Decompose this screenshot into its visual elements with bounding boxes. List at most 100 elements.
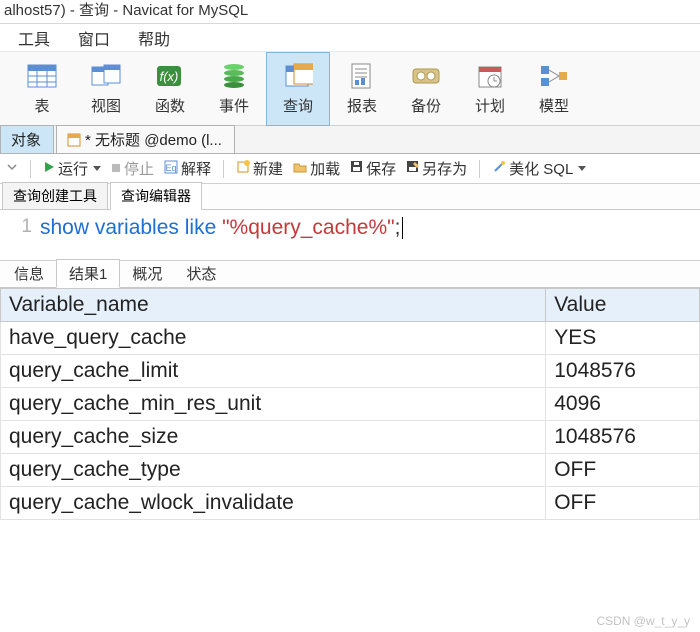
cell-val: 1048576 [546,355,700,388]
cell-var: query_cache_wlock_invalidate [1,487,546,520]
tool-backup-label: 备份 [411,95,441,116]
backup-icon [409,61,443,91]
col-value[interactable]: Value [546,289,700,322]
tool-report[interactable]: 报表 [330,52,394,126]
tool-plan[interactable]: 计划 [458,52,522,126]
beautify-button[interactable]: 美化 SQL [492,158,586,179]
result-table: Variable_name Value have_query_cacheYES … [0,288,700,520]
editor-tabs: 查询创建工具 查询编辑器 [0,184,700,210]
tool-event-label: 事件 [219,95,249,116]
new-label: 新建 [253,158,283,179]
tool-backup[interactable]: 备份 [394,52,458,126]
save-icon [350,160,363,177]
event-icon [217,61,251,91]
tool-function-label: 函数 [155,95,185,116]
wand-icon [492,160,506,178]
tab-info[interactable]: 信息 [2,260,56,287]
tab-objects-label: 对象 [11,129,41,150]
table-row[interactable]: query_cache_typeOFF [1,454,700,487]
save-label: 保存 [366,158,396,179]
window-title: alhost57) - 查询 - Navicat for MySQL [0,0,700,24]
explain-icon: Eq [164,160,178,178]
table-row[interactable]: query_cache_min_res_unit4096 [1,388,700,421]
cell-var: have_query_cache [1,322,546,355]
tool-function[interactable]: f(x) 函数 [138,52,202,126]
table-header-row: Variable_name Value [1,289,700,322]
beautify-label: 美化 SQL [509,158,573,179]
line-number: 1 [14,216,40,238]
play-icon [43,160,55,177]
function-icon: f(x) [153,61,187,91]
svg-text:f(x): f(x) [160,69,179,84]
sql-keywords: show variables like [40,216,222,239]
tool-query-label: 查询 [283,95,313,116]
text-cursor [402,217,403,239]
main-toolbar: 表 视图 f(x) 函数 事件 查询 报表 备份 [0,52,700,126]
tab-result1[interactable]: 结果1 [56,259,120,288]
sql-editor[interactable]: 1 show variables like "%query_cache%"; [0,210,700,254]
tab-objects[interactable]: 对象 [0,125,54,153]
report-icon [345,61,379,91]
chevron-down-icon[interactable] [6,160,18,177]
tool-query[interactable]: 查询 [266,52,330,126]
cell-var: query_cache_type [1,454,546,487]
menu-bar: 工具 窗口 帮助 [0,24,700,52]
sql-string: "%query_cache%" [222,216,395,239]
tool-model[interactable]: 模型 [522,52,586,126]
save-as-button[interactable]: 另存为 [406,158,467,179]
menu-tools[interactable]: 工具 [18,26,50,50]
save-button[interactable]: 保存 [350,158,396,179]
save-as-icon [406,160,419,177]
tool-table[interactable]: 表 [10,52,74,126]
action-toolbar: 运行 停止 Eq 解释 新建 加载 保存 另存为 美化 SQL [0,154,700,184]
stop-button[interactable]: 停止 [111,158,154,179]
cell-val: YES [546,322,700,355]
tool-model-label: 模型 [539,95,569,116]
tool-view[interactable]: 视图 [74,52,138,126]
load-button[interactable]: 加载 [293,158,340,179]
svg-text:Eq: Eq [166,163,177,173]
load-label: 加载 [310,158,340,179]
table-icon [25,61,59,91]
new-icon [236,160,250,178]
separator [30,160,31,178]
tab-query-builder[interactable]: 查询创建工具 [2,182,108,209]
query-small-icon [67,133,81,147]
sql-tail: ; [395,216,401,239]
run-button[interactable]: 运行 [43,158,101,179]
tab-query-editor[interactable]: 查询编辑器 [110,182,202,210]
dropdown-icon [578,166,586,171]
menu-help[interactable]: 帮助 [138,26,170,50]
stop-label: 停止 [124,158,154,179]
query-icon [281,61,315,91]
table-row[interactable]: have_query_cacheYES [1,322,700,355]
col-variable-name[interactable]: Variable_name [1,289,546,322]
tool-event[interactable]: 事件 [202,52,266,126]
table-row[interactable]: query_cache_wlock_invalidateOFF [1,487,700,520]
watermark: CSDN @w_t_y_y [596,614,690,628]
tab-untitled-query[interactable]: * 无标题 @demo (l... [56,125,235,153]
object-tabs: 对象 * 无标题 @demo (l... [0,126,700,154]
cell-var: query_cache_limit [1,355,546,388]
menu-window[interactable]: 窗口 [78,26,110,50]
explain-label: 解释 [181,158,211,179]
separator [479,160,480,178]
new-button[interactable]: 新建 [236,158,283,179]
tool-report-label: 报表 [347,95,377,116]
folder-icon [293,160,307,177]
dropdown-icon [93,166,101,171]
tool-table-label: 表 [34,95,49,116]
cell-val: 4096 [546,388,700,421]
tool-plan-label: 计划 [475,95,505,116]
view-icon [89,61,123,91]
run-label: 运行 [58,158,88,179]
table-row[interactable]: query_cache_limit1048576 [1,355,700,388]
tab-profile[interactable]: 概况 [120,260,174,287]
tab-status[interactable]: 状态 [174,260,228,287]
stop-icon [111,160,121,177]
result-tabs: 信息 结果1 概况 状态 [0,260,700,288]
plan-icon [473,61,507,91]
tool-view-label: 视图 [91,95,121,116]
table-row[interactable]: query_cache_size1048576 [1,421,700,454]
explain-button[interactable]: Eq 解释 [164,158,211,179]
